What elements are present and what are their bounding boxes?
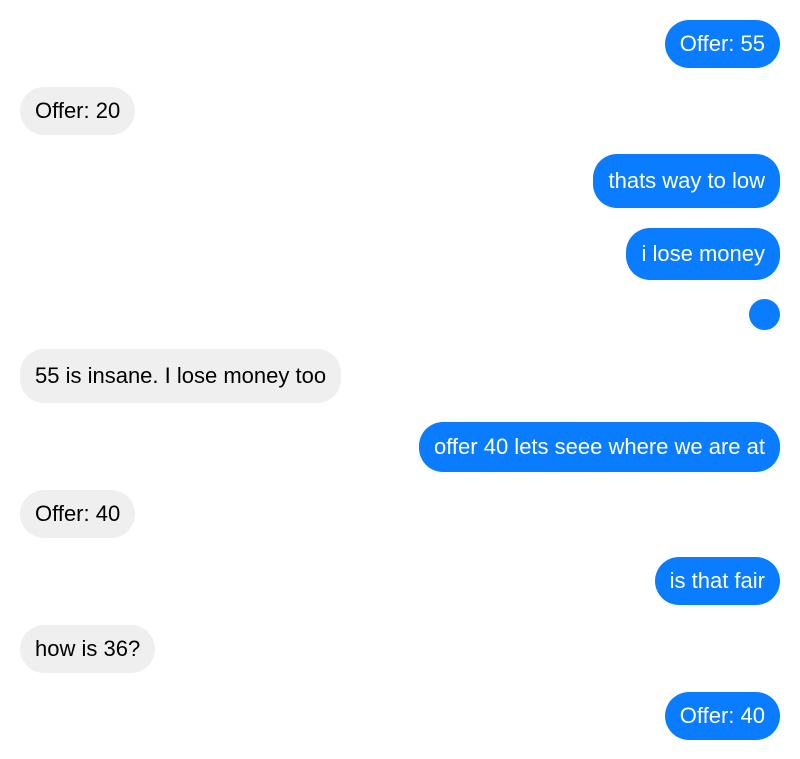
empty-message-dot (749, 299, 780, 330)
message-bubble-sent: offer 40 lets seee where we are at (418, 422, 780, 472)
message-bubble-sent: Offer: 40 (664, 692, 780, 740)
message-bubble-received: Offer: 20 (20, 87, 136, 135)
message-bubble-sent: i lose money (626, 228, 780, 280)
message-bubble-received: how is 36? (20, 625, 156, 673)
message-bubble-sent: Offer: 55 (664, 20, 780, 68)
message-bubble-received: 55 is insane. I lose money too (20, 349, 342, 403)
message-bubble-sent: thats way to low (593, 154, 780, 208)
message-bubble-sent: is that fair (654, 557, 780, 605)
message-bubble-received: Offer: 40 (20, 490, 136, 538)
